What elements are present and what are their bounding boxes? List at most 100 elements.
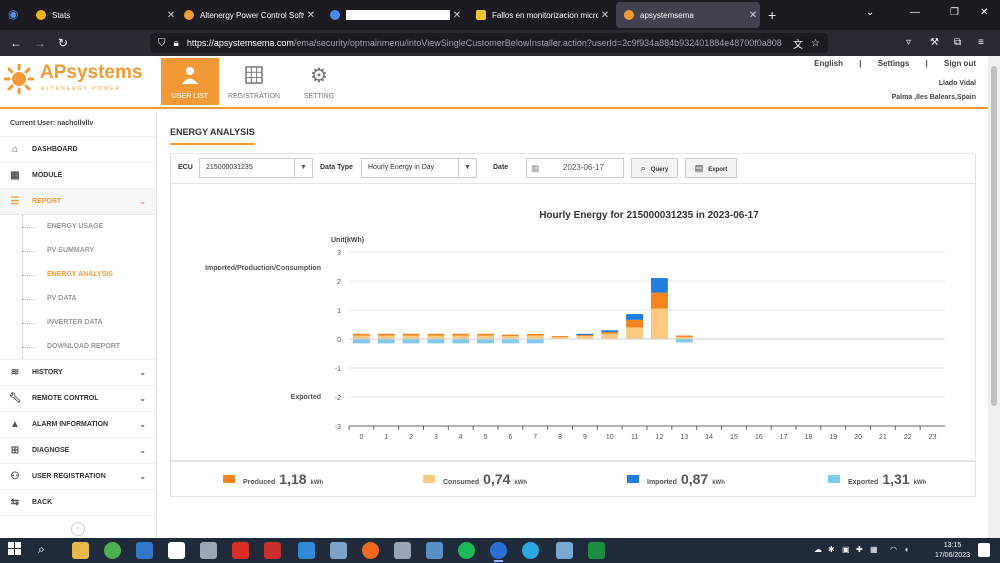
restore-icon[interactable]: ❐ bbox=[950, 7, 959, 18]
sidebar-item-remote-control[interactable]: 🔧︎ REMOTE CONTROL ⌄ bbox=[0, 386, 156, 412]
language-link[interactable]: English bbox=[814, 59, 843, 68]
tab-apsystemsema[interactable]: apsystemsema ✕ bbox=[616, 2, 760, 28]
new-tab-button[interactable]: + bbox=[768, 7, 776, 23]
sub-item-pv-summary[interactable]: PV SUMMARY bbox=[0, 239, 156, 263]
chrome-icon[interactable] bbox=[104, 542, 121, 559]
firefox-icon[interactable] bbox=[490, 542, 507, 562]
chevron-down-icon: ⌄ bbox=[139, 394, 146, 403]
app-icon[interactable] bbox=[362, 542, 379, 559]
legend-exported: Exported 1,31 kWh bbox=[828, 471, 926, 487]
tray-icon[interactable]: ▦ bbox=[870, 545, 878, 554]
sidebar-collapse-button[interactable]: ‹ bbox=[71, 522, 85, 536]
close-tab-icon[interactable]: ✕ bbox=[598, 10, 612, 21]
tray-icon[interactable]: ✚ bbox=[856, 545, 863, 554]
close-tab-icon[interactable]: ✕ bbox=[304, 10, 318, 21]
search-icon: ⌕ bbox=[640, 163, 646, 173]
date-input[interactable]: ▦ 2023-06-17 bbox=[526, 158, 624, 178]
data-type-select[interactable]: Hourly Energy in Day ▼ bbox=[361, 158, 477, 178]
ecu-select[interactable]: 215000031235 ▼ bbox=[199, 158, 313, 178]
sidebar-item-back[interactable]: ⇆ BACK bbox=[0, 490, 156, 516]
app-icon[interactable] bbox=[330, 542, 347, 559]
export-button[interactable]: ▤ Export bbox=[685, 158, 737, 178]
tray-icon[interactable]: ▣ bbox=[842, 545, 850, 554]
sidebar-item-alarm-information[interactable]: ▲ ALARM INFORMATION ⌄ bbox=[0, 412, 156, 438]
calendar-icon: ▦ bbox=[531, 163, 540, 173]
bar-produced bbox=[675, 335, 693, 337]
spotify-icon[interactable] bbox=[458, 542, 475, 559]
settings-link[interactable]: Settings bbox=[878, 59, 910, 68]
sidebar-item-diagnose[interactable]: ⊞ DIAGNOSE ⌄ bbox=[0, 438, 156, 464]
page-scrollbar[interactable] bbox=[988, 56, 1000, 538]
reload-icon[interactable]: ↻ bbox=[58, 36, 68, 50]
sign-out-link[interactable]: Sign out bbox=[944, 59, 976, 68]
extension-wrench-icon[interactable]: ⚒ bbox=[930, 37, 939, 48]
volume-icon[interactable]: ◖ bbox=[904, 545, 909, 554]
address-bar[interactable]: ⛉ 🔒︎ https://apsystemsema.com/ema/securi… bbox=[150, 33, 828, 53]
cloud-icon[interactable]: ☁ bbox=[814, 545, 822, 554]
bookmark-star-icon[interactable]: ☆ bbox=[811, 38, 820, 49]
firefox-view-icon[interactable]: ◉ bbox=[8, 7, 18, 21]
edge-icon[interactable] bbox=[522, 542, 539, 559]
sub-item-energy-analysis[interactable]: ENERGY ANALYSIS bbox=[0, 263, 156, 287]
sub-item-pv-data[interactable]: PV DATA bbox=[0, 287, 156, 311]
vscode-icon[interactable] bbox=[298, 542, 315, 559]
windows-start-icon[interactable] bbox=[8, 542, 25, 559]
sidebar-item-report[interactable]: ☰ REPORT ⌄ bbox=[0, 189, 156, 215]
notepad-icon[interactable] bbox=[168, 542, 185, 559]
browser-tab-bar: ◉ Stats ✕ Altenergy Power Control Softwa… bbox=[0, 0, 1000, 30]
tab-fallos[interactable]: Fallos en monitorizacion micro ✕ bbox=[468, 2, 612, 28]
bluetooth-icon[interactable]: ✱ bbox=[828, 545, 835, 554]
sheets-icon[interactable] bbox=[588, 542, 605, 559]
sidebar-item-module[interactable]: ▦ MODULE bbox=[0, 163, 156, 189]
y-axis-lower-label: Exported bbox=[291, 394, 321, 401]
app-icon[interactable] bbox=[556, 542, 573, 559]
tab-stats[interactable]: Stats ✕ bbox=[28, 2, 178, 28]
shield-icon[interactable]: ⛉ bbox=[158, 38, 166, 49]
acrobat-icon[interactable] bbox=[232, 542, 249, 559]
scrollbar-thumb[interactable] bbox=[991, 66, 997, 406]
close-window-icon[interactable]: ✕ bbox=[980, 7, 988, 18]
close-tab-icon[interactable]: ✕ bbox=[746, 10, 760, 21]
taskbar-clock[interactable]: 13:15 17/06/2023 bbox=[935, 541, 970, 561]
close-tab-icon[interactable]: ✕ bbox=[450, 10, 464, 21]
database-icon: ≋ bbox=[10, 367, 20, 378]
sidebar-item-user-registration[interactable]: ⚇ USER REGISTRATION ⌄ bbox=[0, 464, 156, 490]
app-icon[interactable] bbox=[394, 542, 411, 559]
nav-setting[interactable]: ⚙ SETTING bbox=[290, 58, 348, 105]
file-explorer-icon[interactable] bbox=[72, 542, 89, 559]
bar-exported bbox=[452, 339, 470, 344]
sub-item-download-report[interactable]: DOWNLOAD REPORT bbox=[0, 335, 156, 359]
back-arrow-icon[interactable]: ← bbox=[10, 36, 22, 50]
sub-item-inverter-data[interactable]: INVERTER DATA bbox=[0, 311, 156, 335]
minimize-icon[interactable]: — bbox=[910, 7, 920, 18]
bar-consumed bbox=[402, 335, 420, 339]
control-panel-icon[interactable] bbox=[136, 542, 153, 559]
tab-redacted[interactable]: ✕ bbox=[322, 2, 464, 28]
document-icon: ▤ bbox=[694, 163, 704, 173]
wifi-icon[interactable]: ◠ bbox=[890, 545, 897, 554]
sidebar-item-history[interactable]: ≋ HISTORY ⌄ bbox=[0, 360, 156, 386]
query-button[interactable]: ⌕ Query bbox=[631, 158, 678, 178]
x-tick-label: 5 bbox=[484, 434, 488, 441]
app-icon[interactable] bbox=[426, 542, 443, 559]
sidebar-item-dashboard[interactable]: ⌂ DASHBOARD bbox=[0, 137, 156, 163]
tab-list-icon[interactable]: ⌄ bbox=[866, 7, 874, 18]
menu-icon[interactable]: ≡ bbox=[978, 37, 984, 48]
nav-registration[interactable]: REGISTRATION bbox=[225, 58, 283, 105]
translate-icon[interactable]: 文 bbox=[793, 36, 803, 51]
nav-user-list[interactable]: USER LIST bbox=[161, 58, 219, 105]
apsystems-logo[interactable]: APsystems ALTENERGY POWER bbox=[4, 62, 144, 96]
main-content: ENERGY ANALYSIS ECU 215000031235 ▼ Data … bbox=[157, 111, 988, 538]
extensions-icon[interactable]: ⧉ bbox=[954, 37, 961, 48]
pocket-icon[interactable]: ▿ bbox=[906, 37, 911, 48]
filezilla-icon[interactable] bbox=[264, 542, 281, 559]
tab-altenergy[interactable]: Altenergy Power Control Softwa ✕ bbox=[176, 2, 318, 28]
search-icon[interactable]: ⌕ bbox=[38, 542, 55, 559]
forward-arrow-icon[interactable]: → bbox=[34, 36, 46, 50]
calculator-icon[interactable] bbox=[200, 542, 217, 559]
notification-icon[interactable] bbox=[978, 543, 990, 557]
lock-icon[interactable]: 🔒︎ bbox=[174, 38, 179, 49]
url-text[interactable]: https://apsystemsema.com/ema/security/op… bbox=[187, 38, 787, 48]
x-tick-label: 10 bbox=[606, 434, 614, 441]
sub-item-energy-usage[interactable]: ENERGY USAGE bbox=[0, 215, 156, 239]
